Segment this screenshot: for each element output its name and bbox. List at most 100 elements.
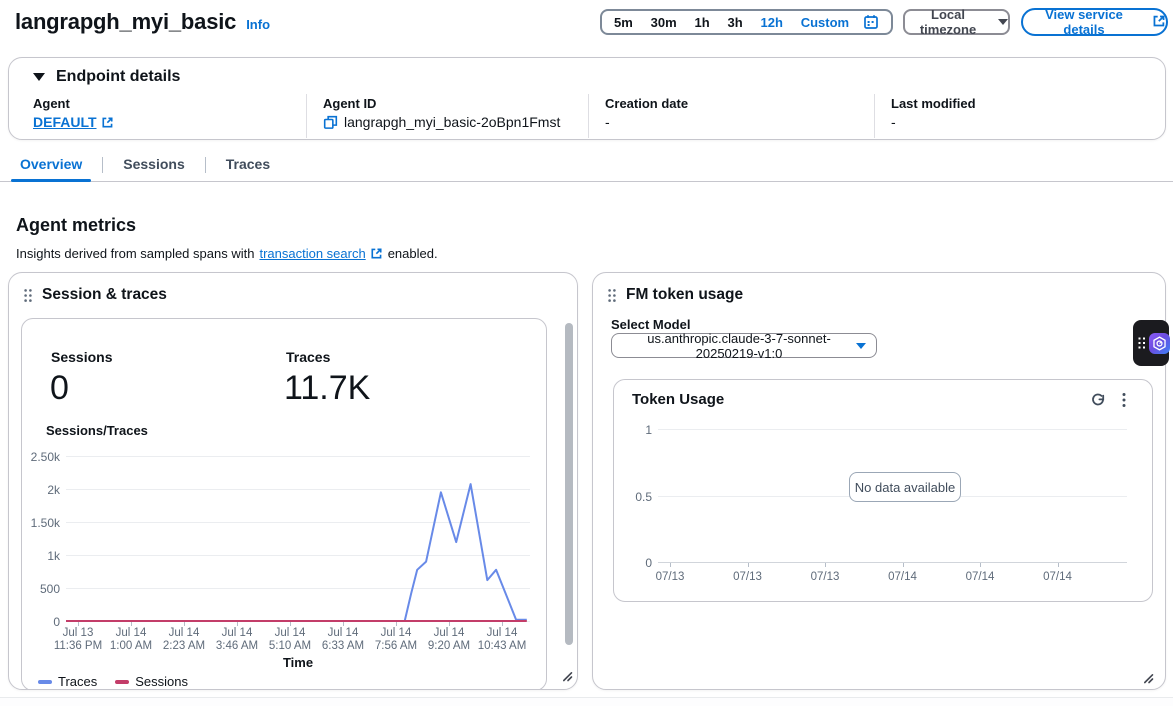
x-tick-time: 11:36 PM bbox=[48, 640, 108, 653]
endpoint-details-title: Endpoint details bbox=[56, 68, 180, 86]
field-last-modified: Last modified - bbox=[874, 94, 1165, 138]
time-range-30m[interactable]: 30m bbox=[651, 15, 677, 30]
x-tick-time: 6:33 AM bbox=[313, 640, 373, 653]
scrollbar-thumb[interactable] bbox=[565, 323, 573, 645]
tab-sessions[interactable]: Sessions bbox=[123, 156, 184, 181]
endpoint-details-toggle[interactable]: Endpoint details bbox=[33, 68, 180, 86]
y-axis-tick-label: 0 bbox=[614, 556, 652, 570]
x-axis-title: Time bbox=[66, 655, 530, 670]
vertical-scrollbar[interactable] bbox=[565, 321, 573, 647]
model-select[interactable]: us.anthropic.claude-3-7-sonnet-20250219-… bbox=[611, 333, 877, 358]
x-axis-tick-label: 07/13 bbox=[718, 571, 778, 584]
x-axis-tick-label: Jul 142:23 AM bbox=[154, 627, 214, 653]
x-tick-date: Jul 14 bbox=[313, 627, 373, 640]
agent-default-link[interactable]: DEFAULT bbox=[33, 114, 114, 130]
x-axis-tick bbox=[825, 563, 826, 567]
x-axis-tick-label: Jul 1410:43 AM bbox=[472, 627, 532, 653]
endpoint-details-fields: Agent DEFAULT Agent ID langrapgh_myi_bas… bbox=[9, 94, 1165, 138]
chart-legend: Traces Sessions bbox=[38, 674, 188, 689]
x-tick-date: Jul 14 bbox=[207, 627, 267, 640]
view-service-details-button[interactable]: View service details bbox=[1021, 8, 1168, 36]
x-tick-time: 1:00 AM bbox=[101, 640, 161, 653]
x-axis-tick-label: 07/14 bbox=[1028, 571, 1088, 584]
y-axis-tick-label: 1k bbox=[22, 549, 60, 563]
x-axis-tick-label: Jul 149:20 AM bbox=[419, 627, 479, 653]
chart-series-plot bbox=[66, 451, 530, 626]
x-tick-time: 5:10 AM bbox=[260, 640, 320, 653]
time-range-custom[interactable]: Custom bbox=[801, 15, 849, 30]
refresh-button[interactable] bbox=[1088, 391, 1108, 411]
time-range-12h[interactable]: 12h bbox=[760, 15, 782, 30]
time-range-5m[interactable]: 5m bbox=[614, 15, 633, 30]
token-usage-title: Token Usage bbox=[632, 391, 724, 408]
page-title: langrapgh_myi_basic bbox=[15, 9, 236, 35]
calendar-icon[interactable] bbox=[863, 14, 879, 30]
transaction-search-link[interactable]: transaction search bbox=[259, 246, 382, 261]
x-axis-tick-label: 07/14 bbox=[950, 571, 1010, 584]
external-link-icon bbox=[370, 247, 383, 260]
session-traces-card-title: Session & traces bbox=[42, 286, 167, 304]
x-tick-date: Jul 14 bbox=[260, 627, 320, 640]
x-axis-tick-label: Jul 1311:36 PM bbox=[48, 627, 108, 653]
x-tick-time: 2:23 AM bbox=[154, 640, 214, 653]
x-tick-time: 7:56 AM bbox=[366, 640, 426, 653]
fm-token-usage-card: FM token usage Select Model us.anthropic… bbox=[592, 272, 1166, 690]
time-range-3h[interactable]: 3h bbox=[727, 15, 742, 30]
x-axis-tick-label: 07/13 bbox=[640, 571, 700, 584]
sessions-stat-value: 0 bbox=[50, 369, 69, 408]
y-axis-tick-label: 2.50k bbox=[22, 450, 60, 464]
copy-icon[interactable] bbox=[323, 115, 338, 130]
caret-down-icon bbox=[33, 73, 45, 81]
extension-icon bbox=[1149, 333, 1170, 354]
y-axis-tick-label: 500 bbox=[22, 582, 60, 596]
field-agent: Agent DEFAULT bbox=[9, 94, 306, 138]
time-range-1h[interactable]: 1h bbox=[694, 15, 709, 30]
resize-handle[interactable] bbox=[1141, 671, 1155, 685]
drag-handle-icon[interactable] bbox=[607, 288, 617, 303]
x-axis-tick-label: Jul 145:10 AM bbox=[260, 627, 320, 653]
resize-handle[interactable] bbox=[560, 669, 574, 683]
x-axis-tick-label: Jul 141:00 AM bbox=[101, 627, 161, 653]
drag-handle-icon[interactable] bbox=[23, 288, 33, 303]
tab-overview[interactable]: Overview bbox=[20, 156, 82, 181]
x-axis-tick-label: Jul 147:56 AM bbox=[366, 627, 426, 653]
x-tick-time: 10:43 AM bbox=[472, 640, 532, 653]
external-link-icon bbox=[101, 116, 114, 129]
y-axis-tick-label: 0.5 bbox=[614, 490, 652, 504]
time-range-control: 5m 30m 1h 3h 12h Custom bbox=[600, 9, 893, 35]
fm-token-usage-card-title: FM token usage bbox=[626, 286, 743, 304]
x-axis-tick-label: 07/14 bbox=[873, 571, 933, 584]
x-axis-tick-label: Jul 146:33 AM bbox=[313, 627, 373, 653]
y-axis-tick-label: 2k bbox=[22, 483, 60, 497]
legend-sessions[interactable]: Sessions bbox=[115, 674, 188, 689]
token-usage-widget: Token Usage No data available 10.5007/13… bbox=[613, 379, 1153, 602]
endpoint-details-card: Endpoint details Agent DEFAULT Agent ID … bbox=[8, 57, 1166, 140]
chart-title: Sessions/Traces bbox=[46, 423, 148, 438]
tab-traces[interactable]: Traces bbox=[226, 156, 270, 181]
info-link[interactable]: Info bbox=[246, 17, 270, 32]
external-link-icon bbox=[1152, 14, 1166, 31]
x-axis-tick-label: 07/13 bbox=[795, 571, 855, 584]
no-data-message: No data available bbox=[849, 472, 961, 502]
sessions-swatch bbox=[115, 680, 129, 684]
tab-separator bbox=[102, 157, 103, 173]
gridline bbox=[658, 429, 1127, 430]
series-traces bbox=[66, 484, 527, 621]
x-tick-date: Jul 13 bbox=[48, 627, 108, 640]
x-axis-tick bbox=[670, 563, 671, 567]
session-traces-card: Session & traces Sessions 0 Traces 11.7K… bbox=[8, 272, 578, 690]
x-tick-time: 9:20 AM bbox=[419, 640, 479, 653]
browser-extension-widget[interactable] bbox=[1133, 320, 1169, 366]
tab-separator bbox=[205, 157, 206, 173]
traces-stat-value: 11.7K bbox=[284, 369, 370, 408]
field-agent-id: Agent ID langrapgh_myi_basic-2oBpn1Fmst bbox=[306, 94, 588, 138]
x-axis-tick-label: Jul 143:46 AM bbox=[207, 627, 267, 653]
bottom-strip bbox=[0, 698, 1173, 706]
x-axis-tick bbox=[980, 563, 981, 567]
x-axis-tick bbox=[903, 563, 904, 567]
kebab-menu-button[interactable] bbox=[1116, 390, 1132, 410]
agent-id-value: langrapgh_myi_basic-2oBpn1Fmst bbox=[344, 114, 560, 130]
timezone-select[interactable]: Local timezone bbox=[903, 9, 1010, 35]
traces-swatch bbox=[38, 680, 52, 684]
legend-traces[interactable]: Traces bbox=[38, 674, 97, 689]
